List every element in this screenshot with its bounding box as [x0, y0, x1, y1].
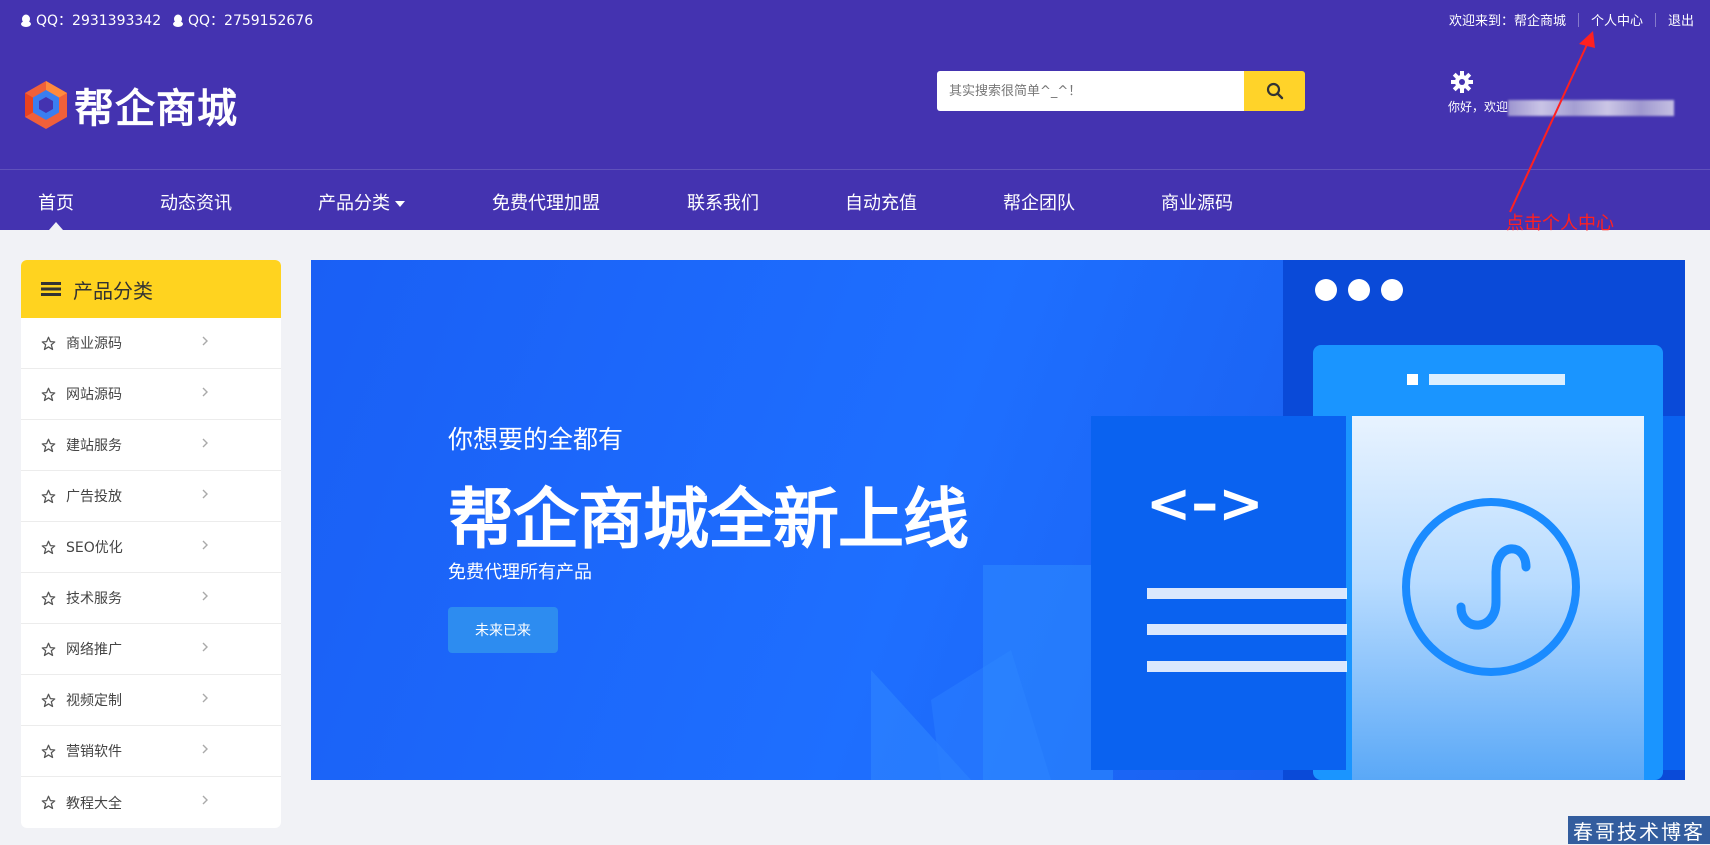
- sidebar-item-label: 教程大全: [66, 795, 122, 812]
- nav-item-contact[interactable]: 联系我们: [687, 189, 759, 215]
- nav-item-source[interactable]: 商业源码: [1161, 189, 1233, 215]
- star-icon: [41, 693, 56, 707]
- sidebar-item-label: 技术服务: [66, 591, 122, 607]
- active-indicator: [49, 222, 63, 230]
- sidebar-item[interactable]: 营销软件: [21, 726, 281, 777]
- chevron-right-icon: [202, 795, 208, 805]
- sidebar-item[interactable]: 网络推广: [21, 624, 281, 675]
- user-center-link[interactable]: 个人中心: [1591, 10, 1643, 29]
- banner-subtitle: 你想要的全都有: [448, 425, 624, 454]
- sidebar-title: 产品分类: [73, 278, 153, 303]
- qq-contact-1[interactable]: QQ：2931393342: [20, 10, 161, 30]
- sidebar-item[interactable]: 广告投放: [21, 471, 281, 522]
- sidebar-item[interactable]: 视频定制: [21, 675, 281, 726]
- search-box: [937, 71, 1305, 111]
- nav-item-home[interactable]: 首页: [38, 189, 74, 215]
- banner-description: 免费代理所有产品: [448, 562, 592, 583]
- sidebar-item[interactable]: 技术服务: [21, 573, 281, 624]
- annotation-text: 点击个人中心: [1506, 213, 1614, 234]
- top-bar: QQ：2931393342 QQ：2759152676 欢迎来到： 帮企商城 个…: [0, 0, 1710, 38]
- star-icon: [41, 387, 56, 401]
- menu-icon: [41, 282, 61, 296]
- sidebar-item-label: 视频定制: [66, 693, 122, 709]
- sidebar-item-label: 网站源码: [66, 387, 122, 403]
- star-icon: [41, 795, 56, 810]
- sidebar-item[interactable]: 教程大全: [21, 777, 281, 828]
- logout-link[interactable]: 退出: [1668, 10, 1694, 29]
- sidebar-item-label: 商业源码: [66, 336, 122, 352]
- chevron-right-icon: [202, 540, 208, 550]
- nav-item-agent[interactable]: 免费代理加盟: [492, 189, 600, 215]
- star-icon: [41, 591, 56, 605]
- nav-item-products[interactable]: 产品分类: [318, 189, 405, 215]
- chevron-right-icon: [202, 591, 208, 601]
- search-input[interactable]: [937, 71, 1244, 111]
- star-icon: [41, 489, 56, 503]
- sidebar-item-label: 营销软件: [66, 744, 122, 760]
- qq-number-1: QQ：2931393342: [36, 13, 162, 29]
- logo-text: 帮企商城: [74, 86, 238, 132]
- chevron-right-icon: [202, 642, 208, 652]
- top-right-links: 欢迎来到： 帮企商城 个人中心 退出: [1449, 10, 1694, 29]
- hero-banner[interactable]: <–> 你想要的全都有 帮企商城全新上线 免费代理所有产品 未来已来: [311, 260, 1685, 780]
- sidebar-item[interactable]: 商业源码: [21, 318, 281, 369]
- watermark: 春哥技术博客: [1568, 816, 1710, 844]
- blurred-username: [1508, 99, 1675, 116]
- qq-number-2: QQ：2759152676: [188, 13, 314, 29]
- site-name-link[interactable]: 帮企商城: [1514, 10, 1566, 29]
- welcome-text: 欢迎来到：: [1448, 14, 1514, 29]
- code-symbol-icon: <–>: [1146, 472, 1264, 535]
- star-icon: [41, 642, 56, 656]
- chevron-right-icon: [202, 438, 208, 448]
- site-header: QQ：2931393342 QQ：2759152676 欢迎来到： 帮企商城 个…: [0, 0, 1710, 230]
- sidebar-list: 商业源码网站源码建站服务广告投放 SEO优化技术服务网络推广视频定制营销软件教程大…: [21, 318, 281, 828]
- chevron-right-icon: [202, 489, 208, 499]
- sidebar-item[interactable]: 网站源码: [21, 369, 281, 420]
- qq-icon: [21, 14, 31, 27]
- hexagon-logo-icon: [25, 81, 67, 129]
- star-icon: [41, 438, 56, 452]
- star-icon: [41, 336, 56, 350]
- star-icon: [41, 540, 56, 554]
- main-nav: 首页 动态资讯 产品分类 免费代理加盟 联系我们 自动充值 帮企团队 商业源码: [0, 170, 1710, 230]
- gear-icon[interactable]: [1450, 70, 1474, 94]
- chevron-right-icon: [202, 336, 208, 346]
- sidebar-header: 产品分类: [21, 260, 281, 318]
- nav-item-team[interactable]: 帮企团队: [1003, 189, 1075, 215]
- site-logo[interactable]: 帮企商城: [22, 76, 238, 134]
- banner-title: 帮企商城全新上线: [448, 481, 969, 558]
- chevron-right-icon: [202, 693, 208, 703]
- sidebar-item-label: 网络推广: [66, 642, 122, 658]
- search-icon: [1266, 82, 1283, 100]
- divider: [1654, 12, 1656, 27]
- nav-item-recharge[interactable]: 自动充值: [845, 189, 917, 215]
- caret-down-icon: [395, 201, 405, 207]
- chevron-right-icon: [202, 744, 208, 754]
- search-button[interactable]: [1244, 71, 1305, 111]
- qq-contact-2[interactable]: QQ：2759152676: [172, 10, 313, 30]
- sidebar-item-label: 广告投放: [66, 489, 122, 505]
- star-icon: [41, 744, 56, 758]
- qq-icon: [173, 14, 183, 27]
- chevron-right-icon: [202, 387, 208, 397]
- sidebar-item-label: SEO优化: [66, 540, 123, 556]
- sidebar-item[interactable]: SEO优化: [21, 522, 281, 573]
- sidebar-item[interactable]: 建站服务: [21, 420, 281, 471]
- greeting-text: 你好，欢迎: [1448, 100, 1509, 114]
- category-sidebar: 产品分类 商业源码网站源码建站服务广告投放 SEO优化技术服务网络推广视频定制营销…: [21, 260, 281, 828]
- sidebar-item-label: 建站服务: [66, 438, 122, 454]
- user-panel[interactable]: 你好，欢迎: [1448, 70, 1675, 116]
- divider: [1577, 12, 1579, 27]
- banner-button[interactable]: 未来已来: [448, 607, 558, 653]
- nav-item-products-label: 产品分类: [318, 193, 390, 214]
- nav-item-news[interactable]: 动态资讯: [160, 189, 232, 215]
